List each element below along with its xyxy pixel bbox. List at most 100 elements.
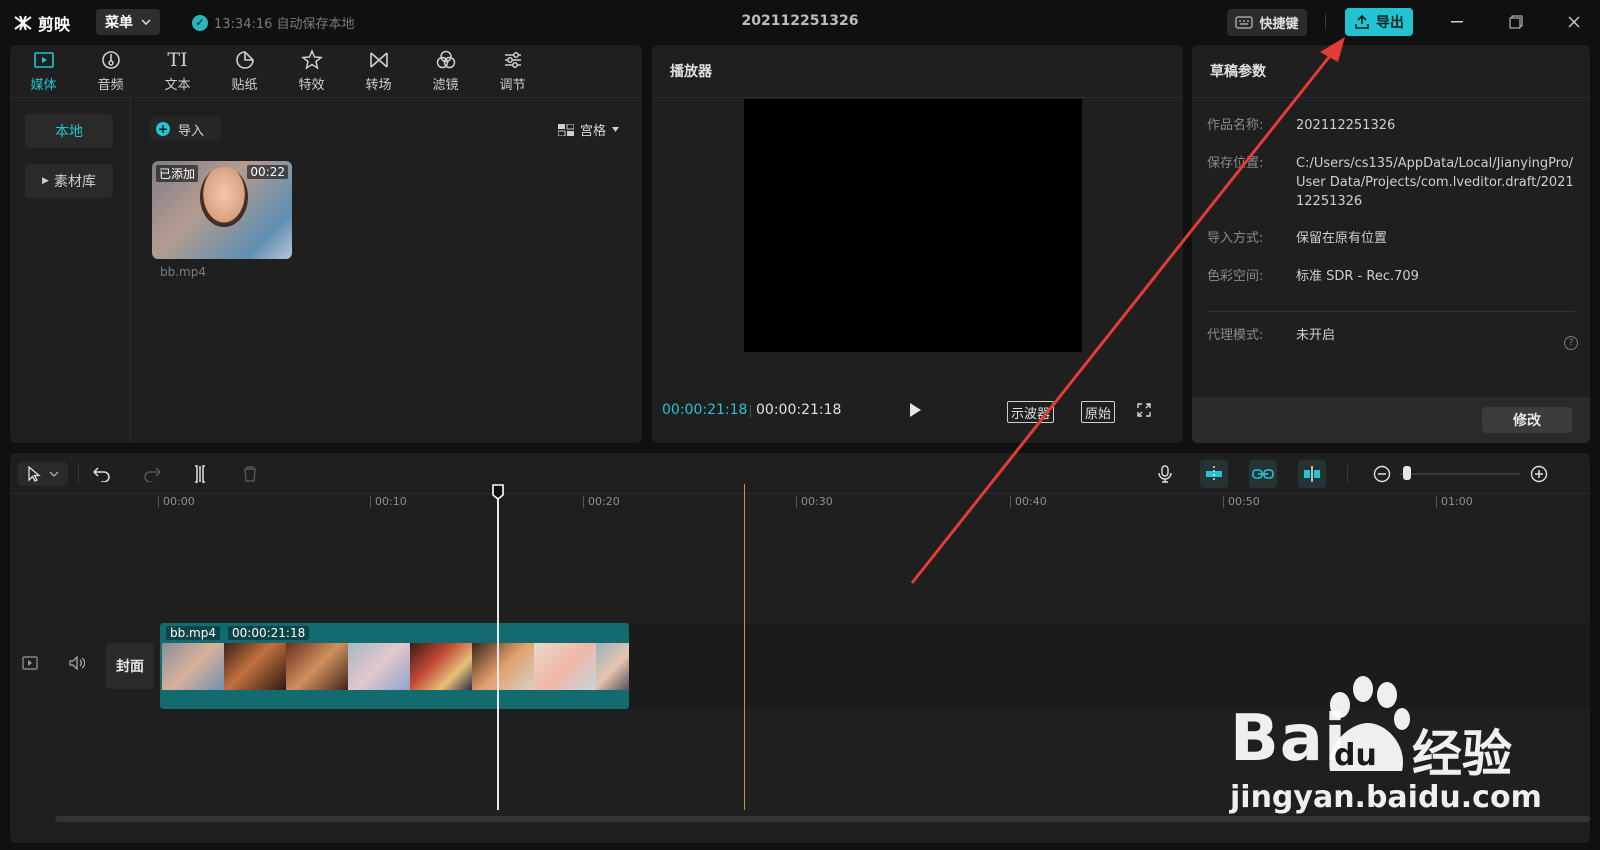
- modify-button[interactable]: 修改: [1482, 407, 1572, 433]
- param-row: 代理模式: 未开启: [1207, 326, 1587, 345]
- transition-icon: [369, 52, 388, 68]
- tab-label: 调节: [499, 78, 526, 93]
- param-value: 202112251326: [1296, 118, 1396, 133]
- link-icon[interactable]: [1249, 460, 1277, 488]
- export-button[interactable]: 导出: [1345, 8, 1413, 36]
- param-row: 色彩空间: 标准 SDR - Rec.709: [1207, 267, 1587, 286]
- grid-label: 宫格: [580, 124, 607, 139]
- cover-button[interactable]: 封面: [106, 643, 154, 689]
- clip-frames: [162, 643, 629, 690]
- auto-snap-icon[interactable]: [1200, 460, 1228, 488]
- grid-view-toggle[interactable]: 宫格: [558, 120, 620, 139]
- sidebar-item-local[interactable]: 本地: [25, 114, 113, 148]
- chevron-down-icon: [141, 19, 151, 25]
- undo-icon[interactable]: [90, 462, 114, 486]
- tab-text[interactable]: TI 文本: [144, 45, 211, 97]
- help-icon[interactable]: ?: [1564, 336, 1578, 350]
- select-tool-button[interactable]: [18, 462, 68, 486]
- zoom-out-icon[interactable]: [1370, 462, 1394, 486]
- tab-label: 文本: [164, 78, 191, 93]
- zoom-slider-handle[interactable]: [1403, 466, 1411, 480]
- divider: [750, 405, 751, 418]
- media-panel: 媒体 音频 TI 文本 贴纸 特效 转场 滤镜 调节 本地 ▶ 素材库 + 导入…: [10, 45, 642, 443]
- sidebar-item-label: 素材库: [53, 174, 96, 190]
- playhead-handle[interactable]: [490, 484, 506, 500]
- track-video-icon[interactable]: [16, 649, 44, 677]
- play-icon[interactable]: [906, 401, 924, 419]
- clip-name: bb.mp4: [166, 626, 220, 640]
- chevron-down-icon: [49, 471, 59, 477]
- divider: [1347, 465, 1348, 483]
- split-icon[interactable]: [188, 462, 212, 486]
- export-icon: [1355, 14, 1369, 29]
- media-tabs: 媒体 音频 TI 文本 贴纸 特效 转场 滤镜 调节: [10, 45, 642, 97]
- video-preview[interactable]: [744, 99, 1082, 352]
- thumbnail-image: [200, 167, 248, 227]
- tab-label: 滤镜: [432, 78, 459, 93]
- close-icon[interactable]: [1564, 12, 1584, 32]
- menu-button[interactable]: 菜单: [96, 9, 160, 35]
- shortcut-button[interactable]: 快捷键: [1227, 9, 1307, 36]
- tab-label: 媒体: [30, 78, 57, 93]
- tab-label: 特效: [298, 78, 325, 93]
- preview-axis-icon[interactable]: [1298, 460, 1326, 488]
- delete-icon[interactable]: [238, 462, 262, 486]
- param-row: 保存位置: C:/Users/cs135/AppData/Local/Jiany…: [1207, 154, 1587, 211]
- media-icon: [33, 52, 54, 68]
- clip-frame: [348, 643, 410, 690]
- redo-icon[interactable]: [140, 462, 164, 486]
- tab-filter[interactable]: 滤镜: [412, 45, 479, 97]
- tab-media[interactable]: 媒体: [10, 45, 77, 97]
- tab-transition[interactable]: 转场: [345, 45, 412, 97]
- watermark-url: jingyan.baidu.com: [1230, 780, 1542, 815]
- tab-effects[interactable]: 特效: [278, 45, 345, 97]
- tab-sticker[interactable]: 贴纸: [211, 45, 278, 97]
- param-label: 色彩空间:: [1207, 269, 1264, 284]
- clip-frame: [596, 643, 629, 690]
- caret-right-icon: ▶: [42, 176, 49, 186]
- clip-frame: [410, 643, 472, 690]
- speaker-icon[interactable]: [63, 649, 91, 677]
- timeline-toolbar: [10, 453, 1590, 493]
- param-value: 标准 SDR - Rec.709: [1296, 269, 1419, 284]
- scope-button[interactable]: 示波器: [1007, 401, 1055, 423]
- maximize-icon[interactable]: [1506, 12, 1526, 32]
- divider: [652, 97, 1183, 98]
- tab-audio[interactable]: 音频: [77, 45, 144, 97]
- param-row: 导入方式: 保留在原有位置: [1207, 229, 1587, 248]
- sidebar-item-library[interactable]: ▶ 素材库: [25, 164, 113, 198]
- playhead-line[interactable]: [497, 492, 499, 810]
- ratio-button[interactable]: 原始: [1081, 401, 1116, 423]
- effects-icon: [300, 49, 323, 70]
- fullscreen-icon[interactable]: [1137, 403, 1151, 417]
- params-title: 草稿参数: [1210, 64, 1266, 80]
- clip-duration: 00:00:21:18: [228, 626, 310, 640]
- filter-icon: [436, 50, 455, 69]
- watermark-cn-text: 经验: [1412, 725, 1512, 783]
- ruler-tick-label: 00:40: [1010, 496, 1047, 508]
- watermark-cn: 经验: [1412, 714, 1512, 786]
- shortcut-label: 快捷键: [1259, 17, 1299, 32]
- project-title: 202112251326: [741, 13, 859, 29]
- ratio-label: 原始: [1085, 406, 1112, 422]
- clip-frame: [472, 643, 534, 690]
- minimize-icon[interactable]: [1447, 12, 1467, 32]
- microphone-icon[interactable]: [1153, 462, 1177, 486]
- asset-thumbnail[interactable]: 已添加 00:22: [152, 161, 292, 259]
- app-logo: 剪映: [14, 11, 70, 35]
- autosave-text: 13:34:16 自动保存本地: [214, 17, 355, 32]
- caret-down-icon: [612, 127, 620, 132]
- import-label: 导入: [178, 123, 205, 139]
- time-marker: [744, 484, 745, 810]
- sidebar-item-label: 本地: [55, 124, 83, 140]
- video-clip[interactable]: bb.mp4 00:00:21:18: [160, 623, 629, 709]
- ruler-tick-label: 01:00: [1436, 496, 1473, 508]
- tab-adjust[interactable]: 调节: [479, 45, 546, 97]
- zoom-in-icon[interactable]: [1527, 462, 1551, 486]
- clip-frame: [224, 643, 286, 690]
- horizontal-scrollbar[interactable]: [55, 816, 1590, 822]
- check-icon: ✓: [192, 14, 208, 31]
- text-icon: TI: [167, 49, 188, 71]
- zoom-slider[interactable]: [1400, 473, 1520, 475]
- import-button[interactable]: + 导入: [150, 117, 222, 141]
